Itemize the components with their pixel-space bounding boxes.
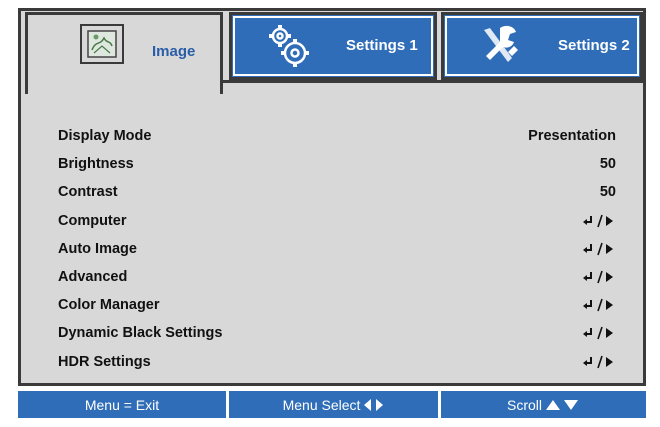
enter-arrow-icon <box>582 355 616 369</box>
footer-select-label: Menu Select <box>282 396 361 413</box>
image-menu-list: Display Mode Presentation Brightness 50 … <box>58 122 616 376</box>
menu-item-label: Computer <box>58 212 127 229</box>
footer-select-hint: Menu Select <box>229 391 438 418</box>
menu-item-auto-image[interactable]: Auto Image <box>58 235 616 263</box>
footer-exit-label: Menu = Exit <box>84 396 160 413</box>
menu-item-label: Contrast <box>58 184 118 201</box>
enter-arrow-icon <box>582 326 616 340</box>
footer-exit-hint: Menu = Exit <box>18 391 226 418</box>
footer-scroll-label: Scroll <box>506 396 542 413</box>
tab-divider <box>223 80 646 83</box>
tab-settings-2[interactable]: Settings 2 <box>441 12 643 80</box>
menu-item-label: HDR Settings <box>58 353 151 370</box>
left-right-arrows-icon <box>364 398 384 411</box>
tab-image[interactable]: Image <box>25 12 223 94</box>
menu-item-brightness[interactable]: Brightness 50 <box>58 150 616 178</box>
tools-icon <box>478 22 524 73</box>
menu-item-label: Color Manager <box>58 297 160 314</box>
menu-item-label: Auto Image <box>58 240 137 257</box>
footer-scroll-hint: Scroll <box>441 391 646 418</box>
tab-settings-1[interactable]: Settings 1 <box>229 12 437 80</box>
menu-item-value: Presentation <box>528 128 616 145</box>
menu-item-label: Display Mode <box>58 128 152 145</box>
menu-item-display-mode[interactable]: Display Mode Presentation <box>58 122 616 150</box>
enter-arrow-icon <box>582 298 616 312</box>
enter-arrow-icon <box>582 214 616 228</box>
menu-item-label: Dynamic Black Settings <box>58 325 223 342</box>
tab-image-label: Image <box>152 43 196 60</box>
image-icon <box>80 24 124 64</box>
tab-settings-1-label: Settings 1 <box>346 37 418 54</box>
menu-item-advanced[interactable]: Advanced <box>58 263 616 291</box>
menu-item-computer[interactable]: Computer <box>58 207 616 235</box>
gears-icon <box>264 22 314 75</box>
menu-item-color-manager[interactable]: Color Manager <box>58 291 616 319</box>
menu-item-value: 50 <box>599 156 616 173</box>
menu-item-label: Brightness <box>58 156 134 173</box>
tab-settings-2-label: Settings 2 <box>558 37 630 54</box>
menu-item-label: Advanced <box>58 269 128 286</box>
enter-arrow-icon <box>582 270 616 284</box>
up-down-arrows-icon <box>546 399 580 411</box>
menu-item-contrast[interactable]: Contrast 50 <box>58 178 616 206</box>
enter-arrow-icon <box>582 242 616 256</box>
menu-item-dynamic-black-settings[interactable]: Dynamic Black Settings <box>58 319 616 347</box>
menu-item-value: 50 <box>599 184 616 201</box>
menu-item-hdr-settings[interactable]: HDR Settings <box>58 348 616 376</box>
